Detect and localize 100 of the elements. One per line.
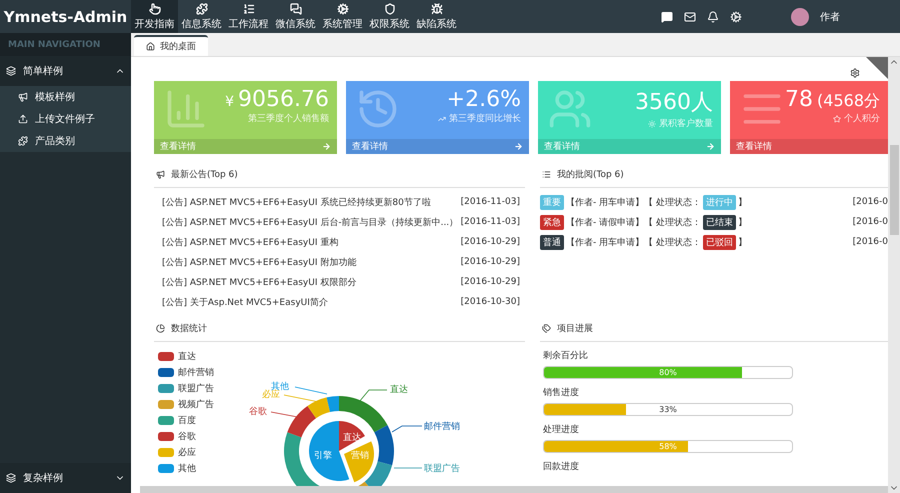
menu-icon xyxy=(196,2,208,14)
top-menu-item[interactable]: 缺陷系统 xyxy=(413,0,460,33)
stat-caption: 第三季度个人销售额 xyxy=(248,112,329,125)
top-menu-item[interactable]: 微信系统 xyxy=(272,0,319,33)
pie-label: 联盟广告 xyxy=(424,464,460,474)
progress-track: 80% xyxy=(543,366,793,379)
pie-label: 邮件营销 xyxy=(424,422,460,432)
approval-text[interactable]: 【作者- 用车申请】【 处理状态： xyxy=(566,196,701,208)
legend-item[interactable]: 谷歌 xyxy=(158,430,232,443)
group-icon xyxy=(6,473,16,483)
tags-icon xyxy=(542,324,551,333)
stat-caption: 累积客户数量 xyxy=(659,118,713,130)
notice-row[interactable]: [公告] ASP.NET MVC5+EF6+EasyUI 重构 [2016-10-29] xyxy=(154,232,525,252)
menu-icon xyxy=(384,2,396,14)
legend-item[interactable]: 联盟广告 xyxy=(158,382,232,395)
progress-label: 处理进度 xyxy=(543,424,580,436)
top-menu-item[interactable]: 开发指南 xyxy=(131,0,178,33)
user-name[interactable]: 作者 xyxy=(820,10,840,24)
chat-icon[interactable] xyxy=(661,10,673,22)
section-title: 数据统计 xyxy=(171,322,207,335)
top-menu-item[interactable]: 工作流程 xyxy=(225,0,272,33)
legend-item[interactable]: 邮件营销 xyxy=(158,366,232,379)
menu-icon xyxy=(430,2,442,14)
stat-caption: 个人积分 xyxy=(844,112,880,125)
item-icon xyxy=(18,136,28,146)
pie-label: 必应 xyxy=(262,390,280,400)
legend-item[interactable]: 视频广告 xyxy=(158,398,232,411)
notice-row[interactable]: [公告] 关于Asp.Net MVC5+EasyUI简介 [2016-10-30] xyxy=(154,292,525,312)
sidebar-item[interactable]: 模板样例 xyxy=(0,86,131,108)
notice-row[interactable]: [公告] ASP.NET MVC5+EF6+EasyUI 权限部分 [2016-10-29] xyxy=(154,272,525,292)
approval-text[interactable]: 【作者- 用车申请】【 处理状态： xyxy=(566,236,701,248)
stat-value: +2.6% xyxy=(446,87,521,112)
item-icon xyxy=(18,114,28,124)
legend-item[interactable]: 百度 xyxy=(158,414,232,427)
notice-row[interactable]: [公告] ASP.NET MVC5+EF6+EasyUI 系统已经持续更新80节了啦 [2016-11-03] xyxy=(154,192,525,212)
star-icon xyxy=(833,114,841,122)
arrow-icon xyxy=(322,142,331,151)
megaphone-icon xyxy=(156,170,165,179)
progress-label: 剩余百分比 xyxy=(543,350,589,362)
stat-caption: 第三季度同比增长 xyxy=(449,112,521,125)
brand-logo[interactable]: Ymnets-Admin xyxy=(0,0,131,33)
progress-label: 回款进度 xyxy=(543,460,580,473)
progress-track: 33% xyxy=(543,403,793,416)
section-title: 最新公告(Top 6) xyxy=(171,168,238,181)
arrow-icon xyxy=(706,142,715,151)
approval-date: [2016-0 xyxy=(852,237,888,247)
progress-track: 58% xyxy=(543,440,793,453)
notice-row[interactable]: [公告] ASP.NET MVC5+EF6+EasyUI 附加功能 [2016-10-29] xyxy=(154,252,525,272)
menu-icon xyxy=(148,2,160,14)
top-menu-item[interactable]: 信息系统 xyxy=(178,0,225,33)
sidebar-group[interactable]: 简单样例 xyxy=(0,56,131,86)
menu-icon xyxy=(242,2,254,14)
legend-item[interactable]: 其他 xyxy=(158,462,232,475)
status-badge: 已结束 xyxy=(702,214,736,230)
settings-icon[interactable] xyxy=(850,68,860,78)
legend-item[interactable]: 必应 xyxy=(158,446,232,459)
status-badge: 已驳回 xyxy=(702,234,736,250)
trend-icon xyxy=(438,114,446,122)
approval-date: [2016-0 xyxy=(852,217,888,227)
sidebar-item[interactable]: 上传文件例子 xyxy=(0,108,131,130)
sidebar-item[interactable]: 产品类别 xyxy=(0,130,131,152)
pie-label: 谷歌 xyxy=(249,407,268,417)
priority-badge: 普通 xyxy=(540,234,564,250)
group-icon xyxy=(6,66,16,76)
horizontal-scrollbar[interactable] xyxy=(140,486,888,493)
pie-label: 其他 xyxy=(271,382,290,392)
notice-row[interactable]: [公告] ASP.NET MVC5+EF6+EasyUI 后台-前言与目录（持续更新中...） [2016-11-03] xyxy=(154,212,525,232)
arrow-icon xyxy=(514,142,523,151)
user-avatar[interactable] xyxy=(791,8,809,26)
pie-label: 营销 xyxy=(351,451,370,461)
sidebar-group[interactable]: 复杂样例 xyxy=(0,463,131,493)
tab[interactable]: 我的桌面 xyxy=(134,35,208,56)
pie-label: 直达 xyxy=(390,385,408,395)
fullscreen-corner[interactable] xyxy=(866,57,888,79)
approval-date: [2016-0 xyxy=(852,197,888,207)
section-title: 我的批阅(Top 6) xyxy=(557,168,624,181)
mail-icon[interactable] xyxy=(684,10,696,22)
list-icon xyxy=(542,170,551,179)
section-title: 项目进展 xyxy=(557,322,593,335)
sidebar-header: MAIN NAVIGATION xyxy=(0,33,131,56)
bracket-text: 】 xyxy=(738,236,747,248)
bracket-text: 】 xyxy=(738,196,747,208)
leader-line xyxy=(359,390,388,402)
card-footer-link[interactable]: 查看详情 xyxy=(730,139,888,154)
status-badge: 进行中 xyxy=(702,194,736,210)
vertical-scrollbar[interactable] xyxy=(888,57,900,493)
item-icon xyxy=(18,92,28,102)
priority-badge: 重要 xyxy=(540,194,564,210)
top-menu-item[interactable]: 系统管理 xyxy=(319,0,366,33)
stat-value: 78 (4568分 xyxy=(785,87,880,112)
bell-icon[interactable] xyxy=(707,10,719,22)
stat-value: 3560人 xyxy=(635,89,713,117)
sun-icon xyxy=(648,120,656,128)
menu-icon xyxy=(290,2,302,14)
scrollbar-thumb[interactable] xyxy=(890,145,898,235)
legend-item[interactable]: 直达 xyxy=(158,350,232,363)
top-menu-item[interactable]: 权限系统 xyxy=(366,0,413,33)
home-icon xyxy=(146,42,155,51)
pie-chart-icon xyxy=(156,324,165,333)
approval-text[interactable]: 【作者- 请假申请】【 处理状态： xyxy=(566,216,701,228)
